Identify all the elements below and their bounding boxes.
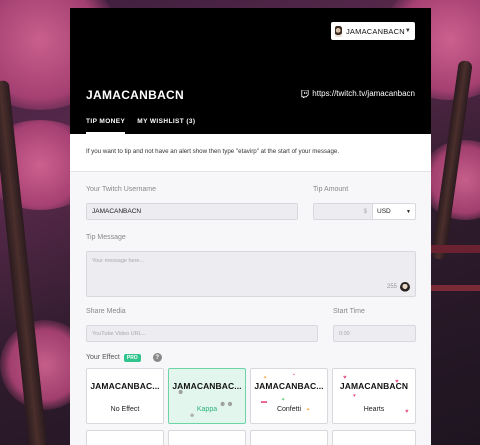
media-placeholder: YouTube Video URL... [92, 330, 147, 337]
effect-preview-title: JAMACANBACN [339, 381, 409, 391]
effect-name: Kappa [196, 406, 218, 413]
confetti-icon: ✦ [263, 375, 268, 381]
account-select[interactable]: JAMACANBACN ▼ [331, 22, 415, 40]
voice-avatar-icon[interactable] [400, 282, 410, 293]
username-label: Your Twitch Username [86, 186, 157, 193]
help-icon[interactable]: ? [152, 353, 162, 362]
start-time-input[interactable]: 0:00 [333, 325, 416, 342]
media-label: Share Media [86, 308, 126, 315]
effect-card-row2-1[interactable] [86, 430, 164, 445]
private-tip-notice: If you want to tip and not have an alert… [70, 134, 431, 172]
tip-panel: JAMACANBACN ▼ JAMACANBACN https://twitch… [70, 8, 431, 445]
effect-card-confetti[interactable]: JAMACANBAC... ✦ ▪ ▬ ✦ ✦ Confetti [250, 368, 328, 424]
chevron-down-icon: ▼ [404, 28, 411, 34]
media-url-input[interactable]: YouTube Video URL... [86, 325, 318, 342]
effect-card-hearts[interactable]: JAMACANBACN ♥ ♥ ♥ ♥ Hearts [332, 368, 416, 424]
confetti-icon: ✦ [281, 397, 286, 403]
heart-icon: ♥ [395, 379, 399, 385]
start-time-label: Start Time [333, 308, 365, 315]
effect-card-row2-4[interactable] [332, 430, 416, 445]
username-input[interactable]: JAMACANBACN [86, 203, 298, 220]
effect-card-no-effect[interactable]: JAMACANBAC... No Effect [86, 368, 164, 424]
effect-name: Confetti [276, 406, 302, 413]
chevron-down-icon: ▼ [406, 208, 411, 215]
currency-value: USD [377, 208, 391, 215]
currency-select[interactable]: USD ▼ [373, 203, 416, 220]
tab-wishlist[interactable]: MY WISHLIST (3) [137, 116, 195, 134]
username-value: JAMACANBACN [92, 208, 142, 215]
effect-preview-title: JAMACANBAC... [90, 381, 160, 391]
account-name: JAMACANBACN [345, 26, 405, 36]
effect-name: No Effect [110, 406, 140, 413]
kappa-emote-icon: ☻ [189, 413, 196, 419]
streamer-name: JAMACANBACN [86, 88, 184, 102]
message-placeholder: Your message here... [92, 258, 145, 264]
amount-label: Tip Amount [313, 186, 349, 193]
effect-label-row: Your Effect PRO ? [86, 353, 162, 362]
tab-bar: TIP MONEY MY WISHLIST (3) [86, 116, 196, 134]
effect-preview-title: JAMACANBAC... [254, 381, 324, 391]
channel-url: https://twitch.tv/jamacanbacn [312, 89, 415, 98]
tab-tip-money[interactable]: TIP MONEY [86, 116, 126, 134]
confetti-icon: ▪ [293, 372, 295, 378]
pro-badge: PRO [123, 353, 141, 362]
avatar [335, 25, 342, 37]
heart-icon: ♥ [343, 375, 347, 381]
effect-card-row2-3[interactable] [250, 430, 328, 445]
amount-input[interactable]: $ [313, 203, 373, 220]
confetti-icon: ▬ [261, 399, 267, 405]
effect-card-row2-2[interactable] [168, 430, 246, 445]
heart-icon: ♥ [353, 393, 356, 399]
effect-name: Hearts [363, 406, 385, 413]
currency-symbol: $ [363, 208, 367, 215]
message-textarea[interactable]: Your message here... 255 [86, 251, 416, 297]
channel-link[interactable]: https://twitch.tv/jamacanbacn [301, 89, 415, 98]
twitch-icon [301, 89, 309, 98]
kappa-emote-icon: ☻ [177, 389, 185, 396]
message-label: Tip Message [86, 234, 126, 241]
effect-card-kappa[interactable]: JAMACANBAC... ☻ ☻☻ ☻ Kappa [168, 368, 246, 424]
character-count: 255 [386, 284, 397, 290]
start-time-placeholder: 0:00 [339, 330, 350, 337]
effect-label: Your Effect [86, 354, 120, 361]
profile-header: JAMACANBACN ▼ JAMACANBACN https://twitch… [70, 8, 431, 134]
